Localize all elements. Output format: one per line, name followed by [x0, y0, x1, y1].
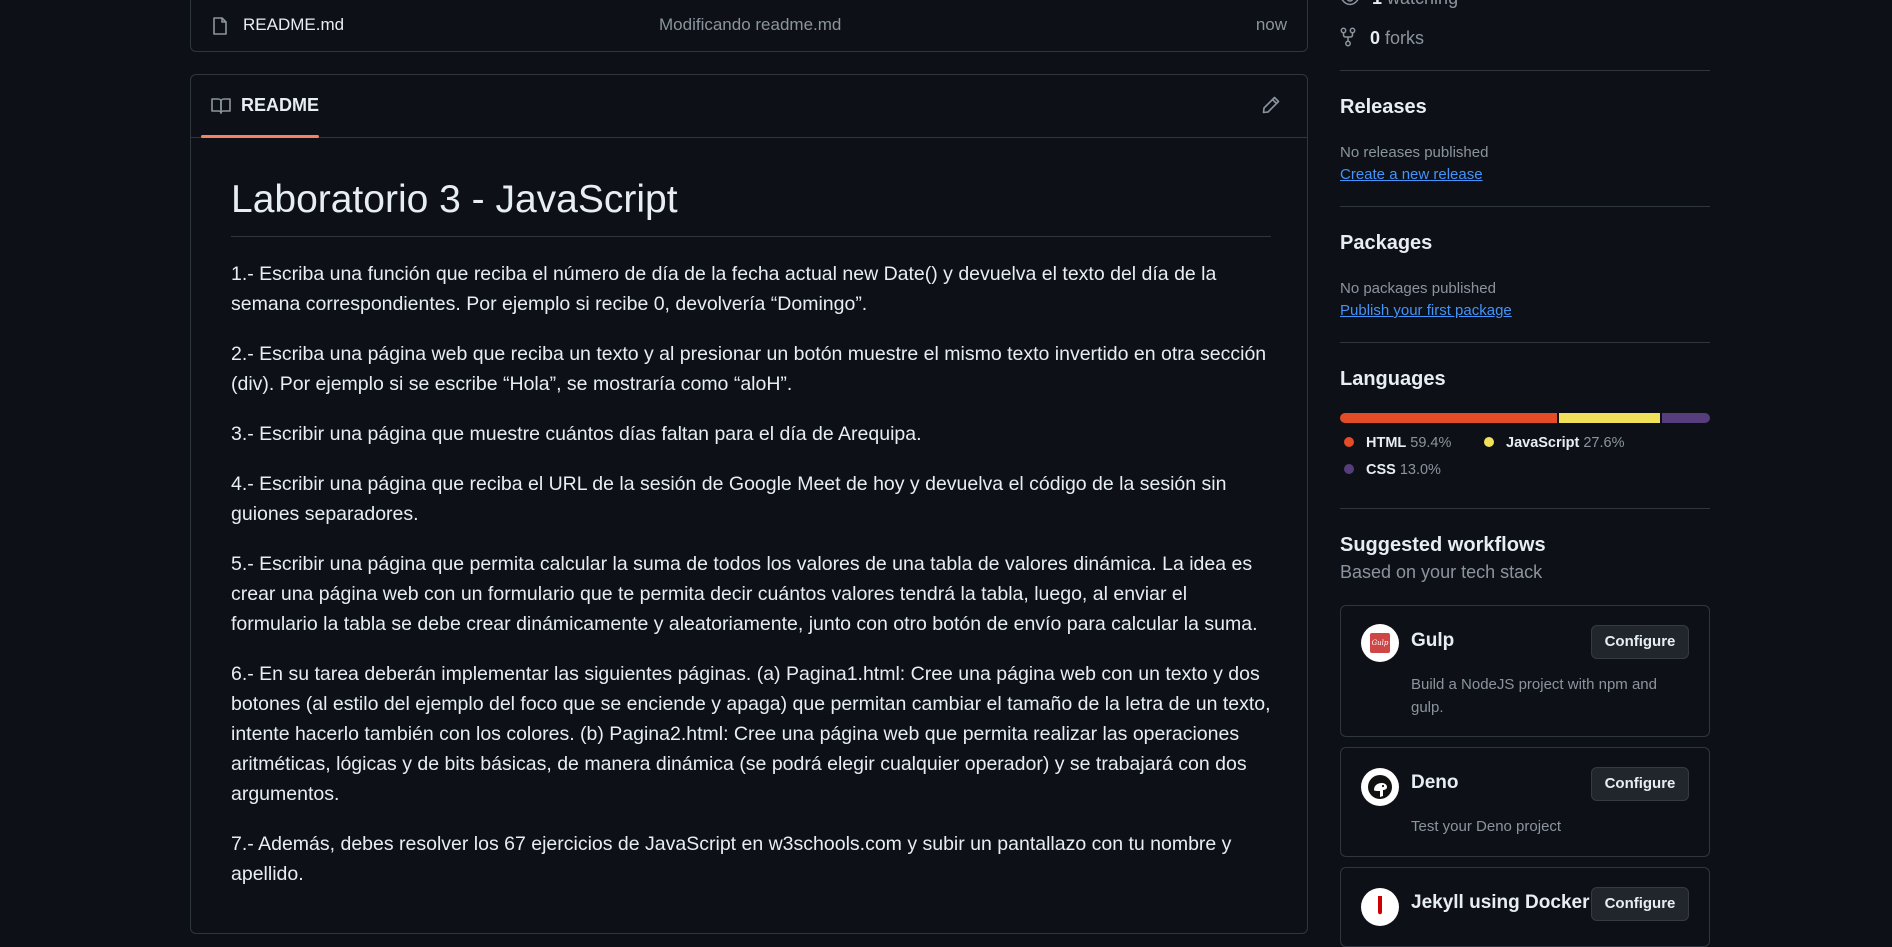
divider	[1340, 342, 1710, 343]
language-percent: 27.6%	[1583, 435, 1625, 451]
workflow-description: Build a NodeJS project with npm and gulp…	[1411, 676, 1657, 716]
readme-paragraphs: 1.- Escriba una función que reciba el nú…	[231, 259, 1271, 889]
readme-paragraph: 5.- Escribir una página que permita calc…	[231, 552, 1258, 635]
languages-title: Languages	[1340, 368, 1446, 390]
packages-title[interactable]: Packages	[1340, 232, 1710, 255]
watching-count: 1	[1372, 0, 1382, 8]
commit-message-link[interactable]: Modificando readme.md	[659, 15, 841, 35]
css-dot-icon	[1344, 464, 1354, 474]
forks-link[interactable]: 0 forks	[1340, 27, 1710, 49]
file-icon	[213, 17, 227, 35]
releases-empty-text: No releases published	[1340, 144, 1489, 161]
language-html[interactable]: HTML 59.4%	[1344, 435, 1451, 451]
gulp-logo-text: Gulp	[1370, 633, 1390, 653]
workflow-name: Deno	[1411, 772, 1459, 793]
workflows-subtitle: Based on your tech stack	[1340, 562, 1543, 582]
commit-time: now	[1255, 15, 1287, 34]
readme-tab-label: README	[241, 95, 320, 115]
releases-title[interactable]: Releases	[1340, 96, 1710, 119]
configure-gulp-button[interactable]: Configure	[1591, 625, 1689, 659]
readme-title: Laboratorio 3 - JavaScript	[231, 178, 1271, 237]
language-percent: 59.4%	[1410, 435, 1452, 451]
language-name: HTML	[1366, 435, 1407, 451]
workflows-title: Suggested workflows	[1340, 534, 1546, 556]
publish-package-link[interactable]: Publish your first package	[1340, 302, 1512, 319]
divider	[1340, 206, 1710, 207]
readme-paragraph: 3.- Escribir una página que muestre cuán…	[231, 422, 922, 445]
readme-content: Laboratorio 3 - JavaScript 1.- Escriba u…	[231, 178, 1271, 909]
eye-icon	[1341, 0, 1359, 6]
language-javascript[interactable]: JavaScript 27.6%	[1484, 435, 1624, 451]
watching-label: watching	[1387, 0, 1458, 8]
language-bar	[1340, 413, 1710, 423]
readme-paragraph: 1.- Escriba una función que reciba el nú…	[231, 262, 1217, 315]
forks-label: forks	[1385, 28, 1425, 48]
active-tab-underline	[201, 135, 319, 138]
html-dot-icon	[1344, 437, 1354, 447]
readme-tab[interactable]: README	[201, 75, 320, 138]
deno-logo-icon	[1361, 768, 1399, 806]
divider	[1340, 70, 1710, 71]
readme-paragraph: 6.- En su tarea deberán implementar las …	[231, 662, 1271, 805]
fork-icon	[1340, 27, 1356, 47]
book-icon	[211, 98, 231, 114]
watching-link[interactable]: 1 watching	[1340, 0, 1710, 9]
packages-empty-text: No packages published	[1340, 280, 1496, 297]
readme-header: README	[191, 75, 1307, 138]
file-name-link[interactable]: README.md	[243, 15, 344, 35]
configure-deno-button[interactable]: Configure	[1591, 767, 1689, 801]
forks-count: 0	[1370, 28, 1381, 48]
language-bar-segment-html	[1340, 413, 1558, 423]
workflow-card-deno: Deno Configure Test your Deno project	[1340, 747, 1710, 857]
workflow-name: Gulp	[1411, 630, 1455, 651]
readme-panel: README Laboratorio 3 - JavaScript 1.- Es…	[190, 74, 1308, 934]
jekyll-tube-icon	[1378, 896, 1382, 915]
file-row[interactable]: README.md Modificando readme.md now	[190, 0, 1308, 52]
workflow-card-gulp: Gulp Gulp Configure Build a NodeJS proje…	[1340, 605, 1710, 737]
language-percent: 13.0%	[1399, 462, 1441, 478]
configure-jekyll-button[interactable]: Configure	[1591, 887, 1689, 921]
language-name: JavaScript	[1506, 435, 1580, 451]
deno-dinosaur-icon	[1368, 775, 1392, 799]
language-bar-segment-css	[1662, 413, 1710, 423]
workflow-card-jekyll: Jekyll using Docker Configure	[1340, 867, 1710, 947]
javascript-dot-icon	[1484, 437, 1494, 447]
gulp-logo-icon: Gulp	[1361, 624, 1399, 662]
readme-paragraph: 4.- Escribir una página que reciba el UR…	[231, 472, 1227, 525]
edit-pencil-icon[interactable]	[1261, 95, 1281, 115]
language-name: CSS	[1366, 462, 1396, 478]
language-css[interactable]: CSS 13.0%	[1344, 462, 1441, 478]
workflow-description: Test your Deno project	[1411, 818, 1562, 835]
divider	[1340, 508, 1710, 509]
create-release-link[interactable]: Create a new release	[1340, 166, 1483, 183]
language-bar-segment-javascript	[1559, 413, 1661, 423]
jekyll-logo-icon	[1361, 888, 1399, 926]
readme-paragraph: 2.- Escriba una página web que reciba un…	[231, 342, 1267, 395]
workflow-name: Jekyll using Docker	[1411, 892, 1590, 913]
readme-paragraph: 7.- Además, debes resolver los 67 ejerci…	[231, 832, 1232, 885]
